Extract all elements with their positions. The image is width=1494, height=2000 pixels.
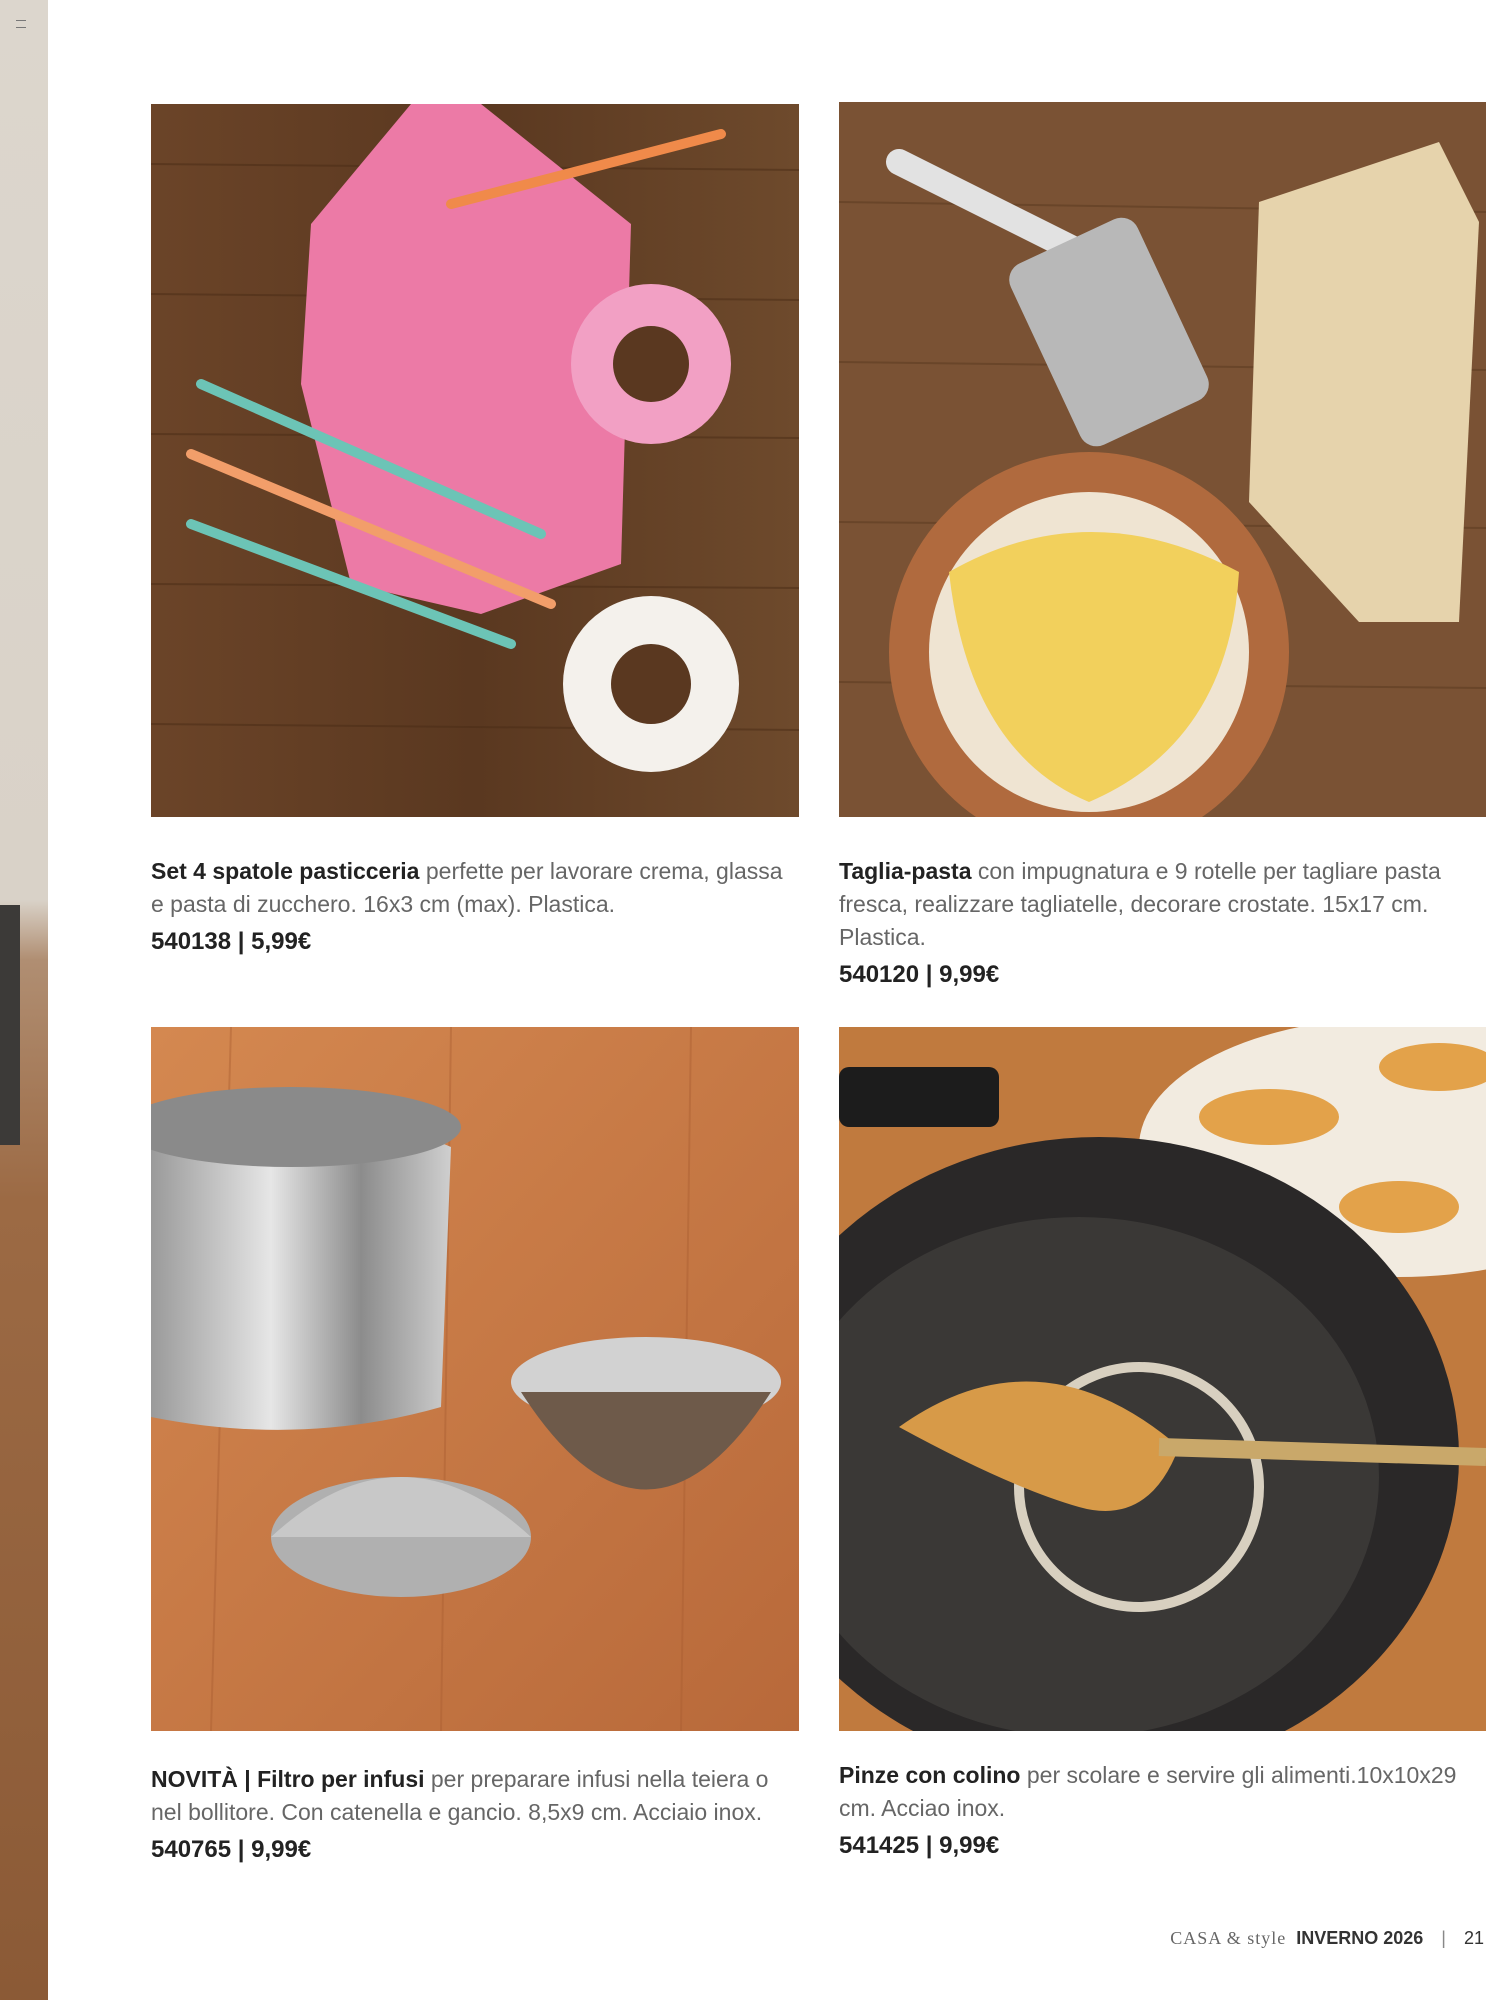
product-caption-infuser: NOVITÀ | Filtro per infusi per preparare… xyxy=(151,1763,799,1866)
product-title: Pinze con colino xyxy=(839,1762,1021,1788)
product-code-price: 540765 | 9,99€ xyxy=(151,1836,312,1863)
left-page-edge xyxy=(0,0,48,2000)
page-number: 21 xyxy=(1463,1928,1484,1948)
strainer-tongs-photo xyxy=(839,1027,1486,1731)
product-caption-pasta-cutter: Taglia-pasta con impugnatura e 9 rotelle… xyxy=(839,855,1479,991)
product-code-price: 541425 | 9,99€ xyxy=(839,1832,1000,1859)
product-caption-spatulas: Set 4 spatole pasticceria perfette per l… xyxy=(151,855,799,958)
pastry-spatulas-photo xyxy=(151,104,799,817)
left-page-shadow xyxy=(0,905,20,1145)
menu-icon xyxy=(16,20,26,28)
product-title: Taglia-pasta xyxy=(839,858,972,884)
product-title: Set 4 spatole pasticceria xyxy=(151,858,420,884)
product-code-price: 540120 | 9,99€ xyxy=(839,961,1000,988)
product-title: NOVITÀ | Filtro per infusi xyxy=(151,1766,425,1792)
catalog-brand: CASA & style xyxy=(1170,1928,1287,1948)
footer-separator: | xyxy=(1441,1928,1446,1948)
page-footer: CASA & style INVERNO 2026 | 21 xyxy=(1170,1928,1484,1949)
product-caption-tongs: Pinze con colino per scolare e servire g… xyxy=(839,1759,1479,1862)
catalog-season: INVERNO 2026 xyxy=(1296,1928,1424,1948)
infuser-filter-photo xyxy=(151,1027,799,1731)
product-code-price: 540138 | 5,99€ xyxy=(151,928,312,955)
pasta-cutter-photo xyxy=(839,102,1486,817)
